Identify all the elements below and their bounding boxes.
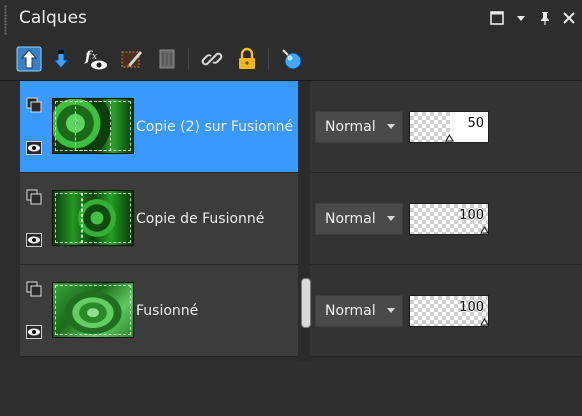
layer-group-icon[interactable] [26, 281, 42, 297]
opacity-value: 50 [467, 116, 484, 131]
layer-row[interactable]: Fusionné [20, 265, 298, 357]
layer-toolbar: f x [0, 38, 582, 81]
layer-row[interactable]: Copie de Fusionné [20, 173, 298, 265]
close-icon[interactable] [561, 10, 577, 26]
opacity-marker-icon[interactable] [445, 134, 454, 142]
layer-group-icon[interactable] [26, 97, 42, 113]
blend-mode-value: Normal [325, 119, 376, 135]
toolbar-separator [188, 48, 189, 70]
layer-properties-row: Normal 100 [310, 173, 582, 265]
opacity-slider[interactable]: 100 [409, 203, 489, 235]
lock-icon[interactable] [234, 46, 260, 72]
opacity-value: 100 [459, 208, 484, 223]
panel-titlebar: Calques [0, 0, 582, 38]
opacity-slider[interactable]: 50 [409, 111, 489, 143]
move-layer-down-icon[interactable] [48, 46, 74, 72]
layer-name[interactable]: Copie de Fusionné [136, 211, 264, 227]
splitter-handle[interactable] [301, 278, 311, 328]
link-icon[interactable] [199, 46, 225, 72]
opacity-slider[interactable]: 100 [409, 295, 489, 327]
blend-mode-value: Normal [325, 211, 376, 227]
chevron-down-icon [387, 308, 395, 313]
chevron-down-icon [387, 124, 395, 129]
edit-layer-brush-icon[interactable] [119, 46, 145, 72]
layer-properties-row: Normal 100 [310, 265, 582, 357]
chevron-down-icon [387, 216, 395, 221]
toolbar-separator-2 [268, 48, 269, 70]
layer-properties-row: Normal 50 [310, 81, 582, 173]
blend-mode-select[interactable]: Normal [315, 203, 403, 235]
visibility-eye-icon[interactable] [26, 325, 42, 339]
opacity-marker-icon[interactable] [480, 318, 489, 326]
layer-row[interactable]: Copie (2) sur Fusionné [20, 81, 298, 173]
opacity-transparency-fill [410, 112, 450, 142]
visibility-eye-icon[interactable] [26, 233, 42, 247]
panel-grip[interactable] [4, 5, 7, 35]
layers-list: Copie (2) sur Fusionné Normal 50 Copie d… [0, 81, 582, 361]
blend-mode-value: Normal [325, 303, 376, 319]
layer-group-icon[interactable] [26, 189, 42, 205]
delete-layer-icon[interactable] [154, 46, 180, 72]
opacity-value: 100 [459, 300, 484, 315]
layer-name[interactable]: Fusionné [136, 303, 198, 319]
highlight-layer-icon[interactable] [279, 46, 305, 72]
opacity-marker-icon[interactable] [480, 226, 489, 234]
layer-thumbnail [52, 282, 134, 338]
panel-title: Calques [19, 8, 87, 28]
visibility-eye-icon[interactable] [26, 141, 42, 155]
layer-thumbnail [52, 98, 134, 154]
layer-thumbnail [52, 190, 134, 246]
empty-layers-area [0, 361, 582, 416]
move-layer-up-icon[interactable] [16, 46, 42, 72]
panel-menu-chevron-down-icon[interactable] [513, 10, 529, 26]
blend-mode-select[interactable]: Normal [315, 295, 403, 327]
svg-text:x: x [92, 52, 97, 62]
pin-icon[interactable] [537, 10, 553, 26]
maximize-icon[interactable] [489, 10, 505, 26]
layer-name[interactable]: Copie (2) sur Fusionné [136, 119, 293, 135]
blend-mode-select[interactable]: Normal [315, 111, 403, 143]
layer-effects-fx-eye-icon[interactable]: f x [83, 46, 109, 72]
